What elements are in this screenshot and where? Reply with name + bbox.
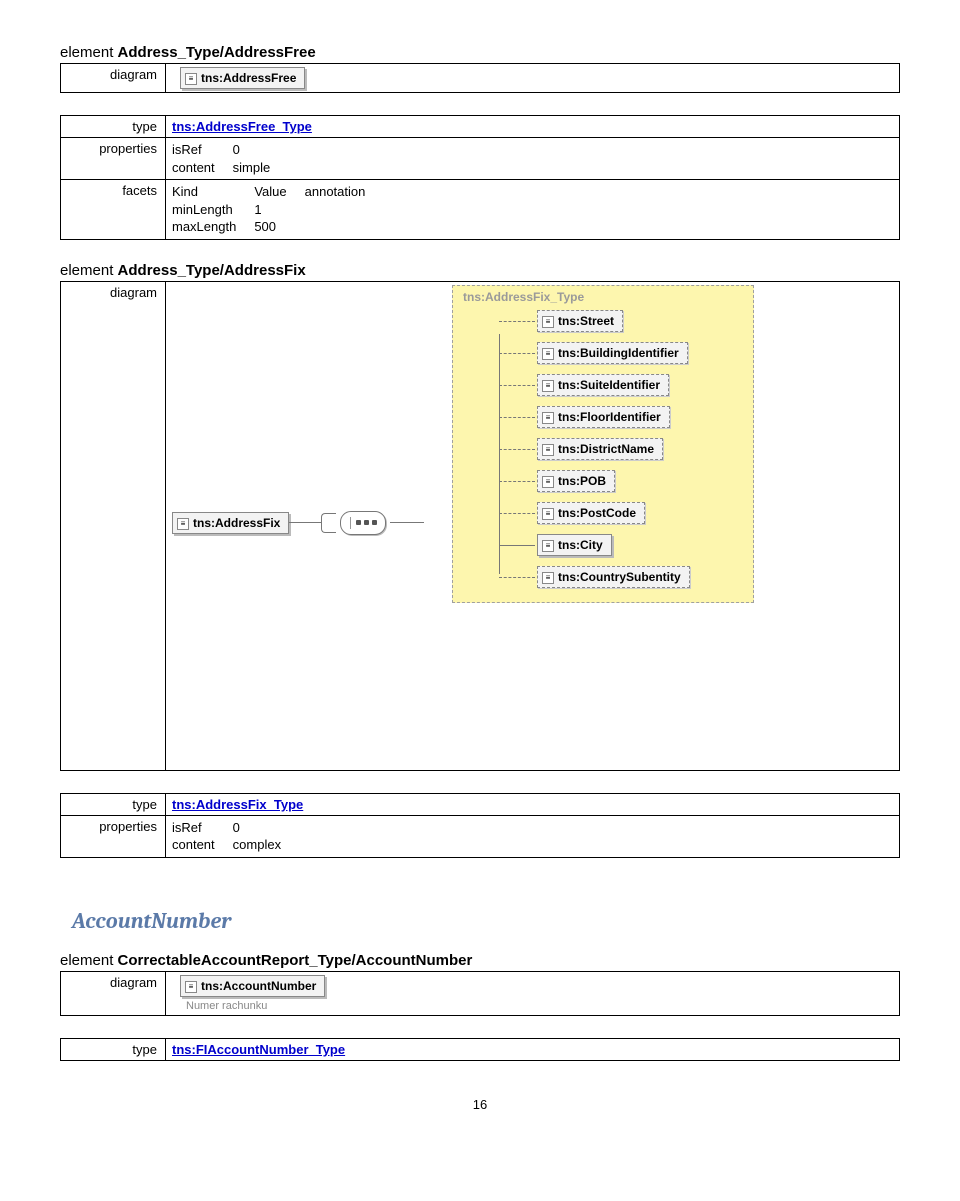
element-badge-icon: ≡: [542, 412, 554, 424]
heading-accountnumber: AccountNumber: [72, 908, 900, 934]
schema-child-row: ≡ tns:Street: [537, 310, 743, 332]
schema-child-row: ≡ tns:FloorIdentifier: [537, 406, 743, 428]
diagram-root-row: ≡tns:AddressFix: [172, 511, 424, 535]
schema-child-row: ≡ tns:CountrySubentity: [537, 566, 743, 588]
table-addressfree-details: type tns:AddressFree_Type properties isR…: [60, 115, 900, 240]
schema-child-label: tns:DistrictName: [558, 442, 654, 456]
schema-child-label: tns:Street: [558, 314, 614, 328]
row-label-properties: properties: [61, 815, 166, 857]
row-label-diagram: diagram: [61, 281, 166, 770]
schema-child-row: ≡ tns:BuildingIdentifier: [537, 342, 743, 364]
schema-child-label: tns:BuildingIdentifier: [558, 346, 679, 360]
element-badge-icon: ≡: [185, 73, 197, 85]
sequence-compositor-icon: [340, 511, 386, 535]
section-title-addressfree: element Address_Type/AddressFree: [60, 44, 900, 61]
element-badge-icon: ≡: [177, 518, 189, 530]
row-label-type: type: [61, 793, 166, 815]
type-link[interactable]: tns:AddressFix_Type: [172, 797, 303, 812]
schema-child-label: tns:FloorIdentifier: [558, 410, 661, 424]
element-badge-icon: ≡: [542, 476, 554, 488]
row-label-type: type: [61, 116, 166, 138]
type-link[interactable]: tns:FIAccountNumber_Type: [172, 1042, 345, 1057]
table-addressfree: diagram ≡tns:AddressFree: [60, 63, 900, 93]
schema-child-label: tns:POB: [558, 474, 606, 488]
section-title-accountnumber: element CorrectableAccountReport_Type/Ac…: [60, 952, 900, 969]
section-title-addressfix: element Address_Type/AddressFix: [60, 262, 900, 279]
row-label-facets: facets: [61, 180, 166, 240]
diagram-caption: Numer rachunku: [186, 1000, 893, 1012]
cell-type: tns:FIAccountNumber_Type: [166, 1038, 900, 1060]
cell-facets: Kind Value annotation minLength 1 maxLen…: [166, 180, 900, 240]
table-accountnumber-diagram: diagram ≡tns:AccountNumber Numer rachunk…: [60, 971, 900, 1016]
type-panel-addressfix: tns:AddressFix_Type ≡ tns:Street ≡ tns:Buil…: [452, 285, 754, 603]
element-badge-icon: ≡: [542, 508, 554, 520]
cell-properties: isRef0 contentcomplex: [166, 815, 900, 857]
schema-element-addressfix: ≡tns:AddressFix: [172, 512, 289, 534]
schema-child-element: ≡ tns:CountrySubentity: [537, 566, 690, 588]
schema-child-row: ≡ tns:SuiteIdentifier: [537, 374, 743, 396]
schema-child-label: tns:CountrySubentity: [558, 570, 681, 584]
schema-child-element: ≡ tns:Street: [537, 310, 623, 332]
schema-child-row: ≡ tns:PostCode: [537, 502, 743, 524]
schema-child-row: ≡ tns:City: [537, 534, 743, 556]
table-addressfix-diagram: diagram ≡tns:AddressFix: [60, 281, 900, 771]
table-accountnumber-details: type tns:FIAccountNumber_Type: [60, 1038, 900, 1061]
row-label-properties: properties: [61, 138, 166, 180]
schema-child-label: tns:PostCode: [558, 506, 636, 520]
element-badge-icon: ≡: [542, 380, 554, 392]
element-badge-icon: ≡: [542, 444, 554, 456]
panel-title: tns:AddressFix_Type: [463, 290, 743, 304]
schema-child-label: tns:City: [558, 538, 603, 552]
element-badge-icon: ≡: [542, 316, 554, 328]
element-badge-icon: ≡: [185, 981, 197, 993]
schema-element-accountnumber: ≡tns:AccountNumber: [180, 975, 325, 997]
cell-type: tns:AddressFree_Type: [166, 116, 900, 138]
cell-type: tns:AddressFix_Type: [166, 793, 900, 815]
row-label-diagram: diagram: [61, 971, 166, 1015]
schema-child-element: ≡ tns:FloorIdentifier: [537, 406, 670, 428]
table-addressfix-details: type tns:AddressFix_Type properties isRe…: [60, 793, 900, 858]
schema-child-element: ≡ tns:PostCode: [537, 502, 645, 524]
type-link[interactable]: tns:AddressFree_Type: [172, 119, 312, 134]
diagram-cell-accountnumber: ≡tns:AccountNumber Numer rachunku: [166, 971, 900, 1015]
element-badge-icon: ≡: [542, 572, 554, 584]
schema-child-element: ≡ tns:BuildingIdentifier: [537, 342, 688, 364]
row-label-diagram: diagram: [61, 64, 166, 93]
diagram-cell-addressfix: ≡tns:AddressFix tns:AddressFix_Type: [166, 281, 900, 770]
diagram-cell: ≡tns:AddressFree: [166, 64, 900, 93]
schema-child-element: ≡ tns:City: [537, 534, 612, 556]
page-number: 16: [60, 1097, 900, 1112]
schema-child-row: ≡ tns:POB: [537, 470, 743, 492]
schema-child-element: ≡ tns:POB: [537, 470, 615, 492]
schema-child-row: ≡ tns:DistrictName: [537, 438, 743, 460]
schema-child-label: tns:SuiteIdentifier: [558, 378, 660, 392]
element-badge-icon: ≡: [542, 540, 554, 552]
schema-child-element: ≡ tns:DistrictName: [537, 438, 663, 460]
schema-element-addressfree: ≡tns:AddressFree: [180, 67, 305, 89]
schema-child-element: ≡ tns:SuiteIdentifier: [537, 374, 669, 396]
row-label-type: type: [61, 1038, 166, 1060]
cell-properties: isRef0 contentsimple: [166, 138, 900, 180]
element-badge-icon: ≡: [542, 348, 554, 360]
